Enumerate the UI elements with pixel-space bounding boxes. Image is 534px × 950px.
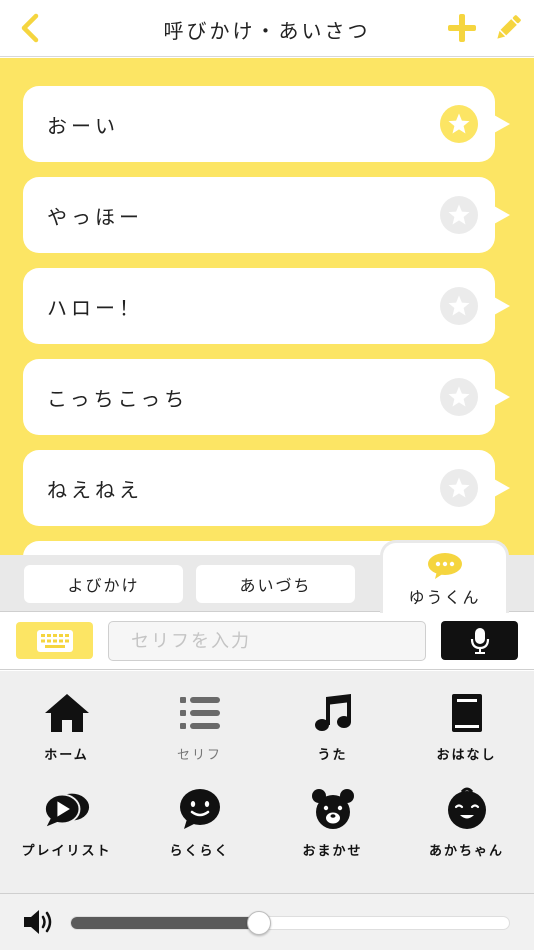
music-note-icon [314,694,351,731]
menu-label: ホーム [44,748,89,763]
menu-label: らくらく [169,844,230,859]
star-icon [448,113,470,134]
menu-item-partial[interactable] [0,863,133,893]
list-icon [179,697,220,729]
input-row [0,613,534,670]
menu-grid: ホーム セリフ うた おはなし プレイリスト らくらく おまかせ あかちゃん [0,671,534,893]
star-icon [448,295,470,316]
phrase-text: ハロー！ [47,296,143,320]
menu-ohanashi[interactable]: おはなし [400,671,533,767]
baby-face-icon [447,787,486,829]
menu-label: プレイリスト [21,844,112,859]
tab-label: ゆうくん [408,588,481,607]
menu-item-partial[interactable] [133,863,266,893]
phrase-list: おーい やっほー ハロー！ こっちこっち ねえねえ [0,58,534,555]
phrase-text: こっちこっち [47,387,189,411]
tab-yukun[interactable]: ゆうくん [380,540,509,613]
menu-serifu[interactable]: セリフ [133,671,266,767]
star-icon [448,477,470,498]
home-icon [44,694,89,732]
phrase-item[interactable]: おーい [23,86,510,162]
partial-icon [313,885,353,893]
phrase-text: おーい [47,114,119,138]
phrase-text: やっほー [47,205,143,229]
edit-button[interactable] [490,10,526,46]
volume-knob[interactable] [247,911,272,935]
menu-omakase[interactable]: おまかせ [266,767,399,863]
menu-label: あかちゃん [428,844,504,859]
menu-label: うた [317,748,348,763]
volume-bar [0,893,534,950]
phrase-item[interactable]: ねえねえ [23,450,510,526]
tab-aizuchi[interactable]: あいづち [196,565,355,603]
menu-rakuraku[interactable]: らくらく [133,767,266,863]
volume-slider[interactable] [70,911,510,935]
volume-fill [71,917,260,929]
phrase-item[interactable]: やっほー [23,177,510,253]
line-input[interactable] [108,621,426,661]
pencil-icon [497,15,521,39]
tab-yobikake[interactable]: よびかけ [24,565,183,603]
menu-uta[interactable]: うた [266,671,399,767]
menu-item-partial[interactable] [266,863,399,893]
add-button[interactable] [444,10,480,46]
plus-icon [448,14,476,42]
book-icon [451,694,482,732]
star-icon [448,386,470,407]
mic-button[interactable] [441,621,518,660]
favorite-toggle[interactable] [440,105,478,143]
menu-item-partial[interactable] [400,863,533,893]
tab-label: よびかけ [67,576,140,595]
menu-label: おはなし [436,748,497,763]
header-bar: 呼びかけ・あいさつ [0,0,534,57]
phrase-text: ねえねえ [47,478,143,502]
star-icon [448,204,470,225]
menu-label: セリフ [176,748,222,763]
keyboard-icon [36,629,73,652]
menu-home[interactable]: ホーム [0,671,133,767]
favorite-toggle[interactable] [440,469,478,507]
microphone-icon [470,627,489,654]
favorite-toggle[interactable] [440,378,478,416]
favorite-toggle[interactable] [440,287,478,325]
smile-face-icon [179,789,220,829]
tab-label: あいづち [239,576,312,595]
favorite-toggle[interactable] [440,196,478,234]
partial-icon [180,885,220,893]
partial-icon [447,885,487,893]
partial-icon [47,885,87,893]
speaker-icon [24,910,52,934]
chat-bubble-icon [427,553,462,579]
menu-akachan[interactable]: あかちゃん [400,767,533,863]
playlist-icon [43,793,89,827]
bear-icon [311,789,354,829]
menu-label: おまかせ [302,844,363,859]
menu-playlist[interactable]: プレイリスト [0,767,133,863]
phrase-item[interactable]: こっちこっち [23,359,510,435]
keyboard-button[interactable] [16,622,93,659]
phrase-item[interactable]: ハロー！ [23,268,510,344]
